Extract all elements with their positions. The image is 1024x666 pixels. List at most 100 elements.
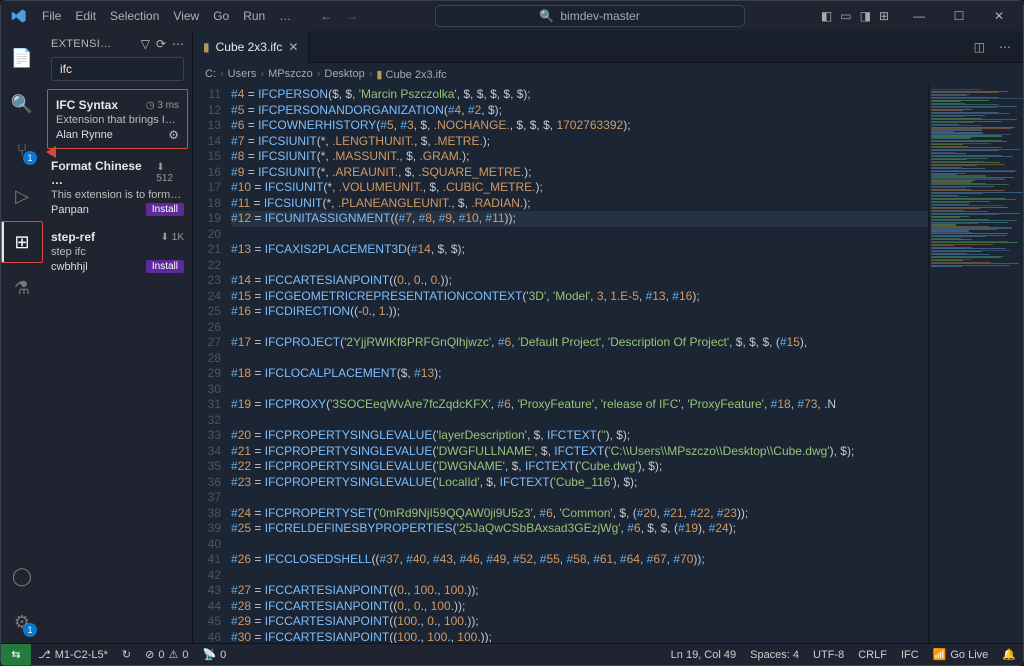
breadcrumb-item[interactable]: Users <box>228 68 257 80</box>
sync-status[interactable]: ↻ <box>115 644 138 665</box>
code-line[interactable]: #9 = IFCSIUNIT(*, .AREAUNIT., $, .SQUARE… <box>231 165 928 181</box>
menu-view[interactable]: View <box>166 5 206 27</box>
extension-item[interactable]: IFC Syntax◷ 3 msExtension that brings IF… <box>47 89 188 149</box>
code-line[interactable] <box>231 382 928 398</box>
extensions-icon[interactable]: ⊞ <box>1 221 43 263</box>
more-icon[interactable]: ⋯ <box>172 37 184 51</box>
testing-icon[interactable]: ⚗ <box>1 267 43 309</box>
toggle-primary-sidebar-icon[interactable]: ◧ <box>821 9 832 23</box>
extension-search-input[interactable] <box>58 61 170 77</box>
nav-forward-icon[interactable]: → <box>346 9 358 23</box>
remote-indicator[interactable]: ⇆ <box>1 644 31 665</box>
menu-edit[interactable]: Edit <box>68 5 103 27</box>
encoding-status[interactable]: UTF-8 <box>806 644 851 665</box>
code-line[interactable]: #28 = IFCCARTESIANPOINT((0., 0., 100.)); <box>231 599 928 615</box>
run-debug-icon[interactable]: ▷ <box>1 175 43 217</box>
code-line[interactable]: #12 = IFCUNITASSIGNMENT((#7, #8, #9, #10… <box>231 211 928 227</box>
code-line[interactable]: #4 = IFCPERSON($, $, 'Marcin Pszczolka',… <box>231 87 928 103</box>
source-control-icon[interactable]: ⑂1 <box>1 129 43 171</box>
code-line[interactable] <box>231 568 928 584</box>
code-line[interactable] <box>231 258 928 274</box>
gear-icon[interactable]: ⚙ <box>168 128 179 142</box>
menu-…[interactable]: … <box>272 5 298 27</box>
filter-icon[interactable]: ▽ <box>141 37 150 51</box>
code-line[interactable] <box>231 227 928 243</box>
code-line[interactable]: #22 = IFCPROPERTYSINGLEVALUE('DWGNAME', … <box>231 459 928 475</box>
line-number: 40 <box>193 537 221 553</box>
problems-status[interactable]: ⊘0 ⚠0 <box>138 644 195 665</box>
account-icon[interactable]: ◯ <box>1 555 43 597</box>
breadcrumb-item[interactable]: MPszczo <box>268 68 313 80</box>
menu-go[interactable]: Go <box>206 5 236 27</box>
breadcrumb[interactable]: C:›Users›MPszczo›Desktop›▮ Cube 2x3.ifc <box>193 63 1023 85</box>
language-mode[interactable]: IFC <box>894 644 926 665</box>
extension-item[interactable]: Format Chinese …⬇ 512This extension is t… <box>43 151 192 222</box>
extension-item[interactable]: step-ref⬇ 1Kstep ifccwbhhjlInstall <box>43 222 192 279</box>
code-line[interactable]: #5 = IFCPERSONANDORGANIZATION(#4, #2, $)… <box>231 103 928 119</box>
maximize-button[interactable]: ☐ <box>939 1 979 31</box>
explorer-icon[interactable]: 📄 <box>1 37 43 79</box>
code-line[interactable] <box>231 413 928 429</box>
code-line[interactable]: #25 = IFCRELDEFINESBYPROPERTIES('25JaQwC… <box>231 521 928 537</box>
code-line[interactable]: #24 = IFCPROPERTYSET('0mRd9NjI59QQAW0ji9… <box>231 506 928 522</box>
command-center[interactable]: 🔍 bimdev-master <box>360 5 819 27</box>
code-line[interactable]: #14 = IFCCARTESIANPOINT((0., 0., 0.)); <box>231 273 928 289</box>
code-line[interactable] <box>231 537 928 553</box>
go-live-button[interactable]: 📶Go Live <box>926 644 996 665</box>
tab-close-icon[interactable]: ✕ <box>288 40 298 54</box>
code-line[interactable]: #30 = IFCCARTESIANPOINT((100., 100., 100… <box>231 630 928 644</box>
toggle-panel-icon[interactable]: ▭ <box>840 9 851 23</box>
editor-text[interactable]: #4 = IFCPERSON($, $, 'Marcin Pszczolka',… <box>231 85 928 643</box>
split-editor-icon[interactable]: ◫ <box>974 40 985 54</box>
code-line[interactable]: #6 = IFCOWNERHISTORY(#5, #3, $, .NOCHANG… <box>231 118 928 134</box>
minimap[interactable] <box>928 85 1023 643</box>
indentation-status[interactable]: Spaces: 4 <box>743 644 806 665</box>
code-line[interactable]: #27 = IFCCARTESIANPOINT((0., 100., 100.)… <box>231 583 928 599</box>
git-branch[interactable]: ⎇M1-C2-L5* <box>31 644 115 665</box>
code-line[interactable]: #29 = IFCCARTESIANPOINT((100., 0., 100.)… <box>231 614 928 630</box>
breadcrumb-item[interactable]: ▮ Cube 2x3.ifc <box>376 68 446 81</box>
tab-cube-ifc[interactable]: ▮ Cube 2x3.ifc ✕ <box>193 31 309 63</box>
notifications-icon[interactable]: 🔔 <box>995 644 1023 665</box>
code-line[interactable] <box>231 490 928 506</box>
code-line[interactable]: #18 = IFCLOCALPLACEMENT($, #13); <box>231 366 928 382</box>
code-line[interactable]: #16 = IFCDIRECTION((-0., 1.)); <box>231 304 928 320</box>
menu-file[interactable]: File <box>35 5 68 27</box>
code-line[interactable]: #23 = IFCPROPERTYSINGLEVALUE('LocalId', … <box>231 475 928 491</box>
toggle-secondary-sidebar-icon[interactable]: ◨ <box>860 9 871 23</box>
breadcrumb-item[interactable]: Desktop <box>324 68 364 80</box>
minimize-button[interactable]: — <box>899 1 939 31</box>
search-icon[interactable]: 🔍 <box>1 83 43 125</box>
settings-gear-icon[interactable]: ⚙1 <box>1 601 43 643</box>
close-button[interactable]: ✕ <box>979 1 1019 31</box>
nav-arrows: ← → <box>320 9 358 23</box>
code-line[interactable]: #11 = IFCSIUNIT(*, .PLANEANGLEUNIT., $, … <box>231 196 928 212</box>
code-line[interactable] <box>231 320 928 336</box>
ports-status[interactable]: 📡0 <box>195 644 233 665</box>
code-line[interactable] <box>231 351 928 367</box>
breadcrumb-item[interactable]: C: <box>205 68 216 80</box>
code-line[interactable]: #15 = IFCGEOMETRICREPRESENTATIONCONTEXT(… <box>231 289 928 305</box>
code-line[interactable]: #19 = IFCPROXY('3SOCEeqWvAre7fcZqdcKFX',… <box>231 397 928 413</box>
nav-back-icon[interactable]: ← <box>320 9 332 23</box>
menu-run[interactable]: Run <box>236 5 272 27</box>
refresh-icon[interactable]: ⟳ <box>156 37 166 51</box>
more-editor-actions-icon[interactable]: ⋯ <box>999 40 1011 54</box>
install-button[interactable]: Install <box>146 203 184 216</box>
menu-selection[interactable]: Selection <box>103 5 166 27</box>
code-line[interactable]: #7 = IFCSIUNIT(*, .LENGTHUNIT., $, .METR… <box>231 134 928 150</box>
code-line[interactable]: #10 = IFCSIUNIT(*, .VOLUMEUNIT., $, .CUB… <box>231 180 928 196</box>
extension-search[interactable] <box>51 57 184 81</box>
code-line[interactable]: #20 = IFCPROPERTYSINGLEVALUE('layerDescr… <box>231 428 928 444</box>
cursor-position[interactable]: Ln 19, Col 49 <box>664 644 743 665</box>
code-line[interactable]: #21 = IFCPROPERTYSINGLEVALUE('DWGFULLNAM… <box>231 444 928 460</box>
eol-status[interactable]: CRLF <box>851 644 894 665</box>
code-line[interactable]: #13 = IFCAXIS2PLACEMENT3D(#14, $, $); <box>231 242 928 258</box>
code-area[interactable]: 1112131415161718192021222324252627282930… <box>193 85 1023 643</box>
install-button[interactable]: Install <box>146 260 184 273</box>
extension-list: IFC Syntax◷ 3 msExtension that brings IF… <box>43 87 192 279</box>
code-line[interactable]: #8 = IFCSIUNIT(*, .MASSUNIT., $, .GRAM.)… <box>231 149 928 165</box>
code-line[interactable]: #17 = IFCPROJECT('2YjjRWlKf8PRFGnQlhjwzc… <box>231 335 928 351</box>
customize-layout-icon[interactable]: ⊞ <box>879 9 889 23</box>
code-line[interactable]: #26 = IFCCLOSEDSHELL((#37, #40, #43, #46… <box>231 552 928 568</box>
